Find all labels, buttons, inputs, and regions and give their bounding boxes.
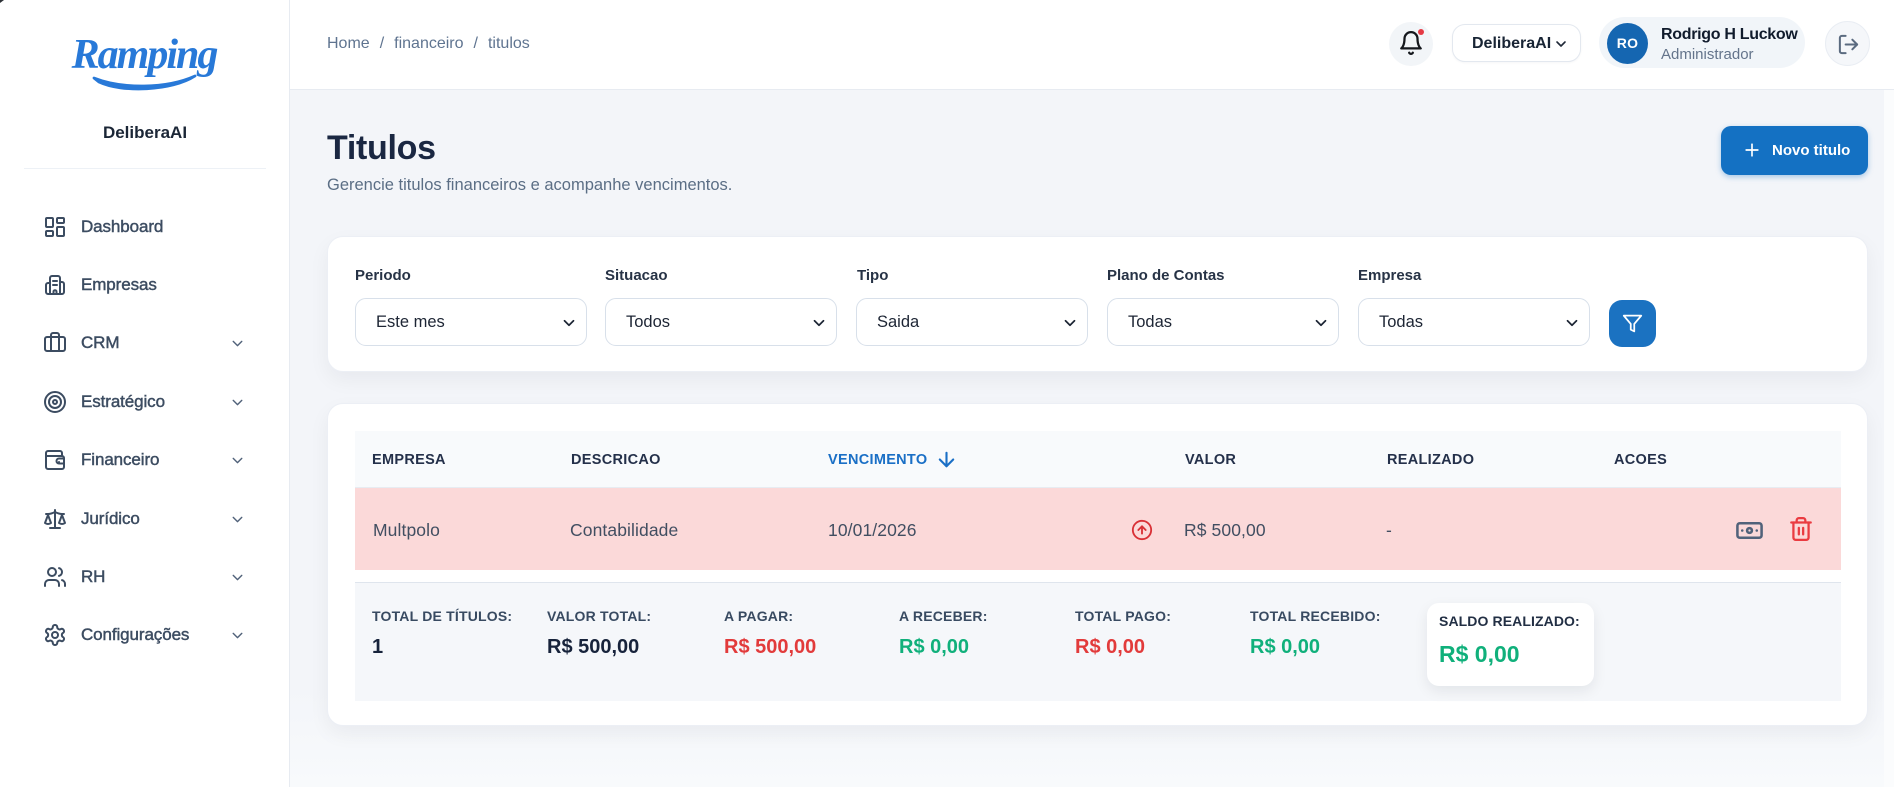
- svg-text:Ramping: Ramping: [71, 32, 218, 78]
